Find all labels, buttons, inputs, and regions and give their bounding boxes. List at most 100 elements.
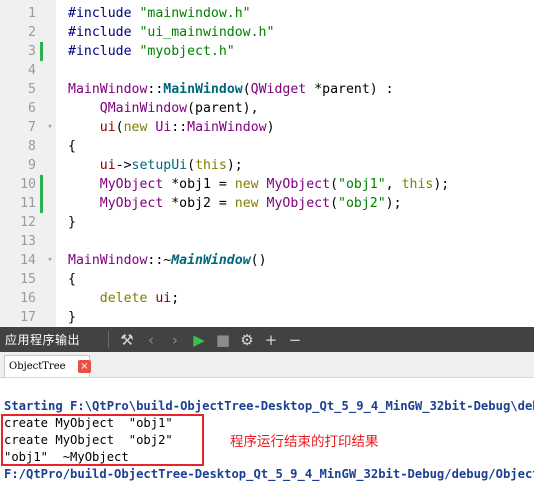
code-line[interactable]: 14 ▾ MainWindow::~MainWindow() (0, 251, 534, 270)
change-marker (40, 194, 43, 213)
line-number: 11 (20, 196, 36, 211)
code-token: ::~ (147, 253, 172, 268)
code-token: { (68, 272, 76, 287)
line-number: 17 (20, 310, 36, 325)
attach-debugger-icon[interactable]: ⚒ (115, 327, 139, 352)
code-token: } (68, 215, 76, 230)
next-icon[interactable]: › (163, 327, 187, 352)
code-token: "mainwindow.h" (139, 6, 251, 21)
line-number: 10 (20, 177, 36, 192)
code-token: "ui_mainwindow.h" (139, 25, 275, 40)
code-token: new (234, 196, 259, 211)
code-token: parent) : (322, 82, 394, 97)
code-line[interactable]: 5 MainWindow::MainWindow(QWidget *parent)… (0, 80, 534, 99)
code-token: ( (242, 82, 251, 97)
application-output[interactable]: Starting F:\QtPro\build-ObjectTree-Deskt… (0, 378, 534, 481)
code-token: ); (433, 177, 450, 192)
line-number: 12 (20, 215, 36, 230)
output-tab-bar: ObjectTree × (0, 352, 534, 378)
code-editor[interactable]: 1 #include "mainwindow.h" 2 #include "ui_ma… (0, 0, 534, 327)
close-icon[interactable]: × (78, 360, 91, 373)
code-token: ) (266, 120, 275, 135)
code-line[interactable]: 15 { (0, 270, 534, 289)
code-text: } (68, 213, 76, 232)
code-token: this (195, 158, 227, 173)
code-text: ui->setupUi(this); (68, 156, 243, 175)
code-token: } (68, 310, 76, 325)
code-line[interactable]: 10 MyObject *obj1 = new MyObject("obj1",… (0, 175, 534, 194)
line-number: 5 (28, 82, 36, 97)
line-number: 7 (28, 120, 36, 135)
toolbar-buttons: ⚒ ‹ › ▶ ■ ⚙ + − (115, 327, 307, 352)
toolbar-separator (108, 331, 109, 348)
code-token: ui (99, 120, 116, 135)
code-line[interactable]: 13 (0, 232, 534, 251)
code-token: #include (68, 6, 140, 21)
code-token: *obj1 = (163, 177, 235, 192)
stop-icon[interactable]: ■ (211, 327, 235, 352)
code-token: Ui (155, 120, 172, 135)
code-token: MyObject (99, 196, 164, 211)
code-line[interactable]: 7 ▾ ui(new Ui::MainWindow) (0, 118, 534, 137)
code-token: MainWindow (68, 82, 148, 97)
code-line[interactable]: 4 (0, 61, 534, 80)
zoom-out-icon[interactable]: − (283, 327, 307, 352)
code-line[interactable]: 6 QMainWindow(parent), (0, 99, 534, 118)
code-token: #include (68, 25, 140, 40)
code-text: delete ui; (68, 289, 179, 308)
code-line[interactable]: 3 #include "myobject.h" (0, 42, 534, 61)
code-token: () (250, 253, 267, 268)
code-token: ( (187, 158, 196, 173)
code-token: ui (155, 291, 172, 306)
code-line[interactable]: 8{ (0, 137, 534, 156)
code-line[interactable]: 16 delete ui; (0, 289, 534, 308)
code-text: ui(new Ui::MainWindow) (68, 118, 275, 137)
fold-arrow-icon[interactable]: ▾ (45, 118, 55, 137)
tab-objecttree[interactable]: ObjectTree × (4, 355, 91, 377)
line-number: 4 (28, 63, 36, 78)
zoom-in-icon[interactable]: + (259, 327, 283, 352)
code-token: ); (226, 158, 243, 173)
code-token: ( (115, 120, 124, 135)
code-line[interactable]: 17} (0, 308, 534, 327)
code-line[interactable]: 2 #include "ui_mainwindow.h" (0, 23, 534, 42)
code-text: { (68, 137, 76, 156)
line-number: 15 (20, 272, 36, 287)
code-token: "obj1" (338, 177, 386, 192)
code-token: #include (68, 44, 140, 59)
code-token: -> (115, 158, 132, 173)
code-text: } (68, 308, 76, 327)
code-line[interactable]: 12} (0, 213, 534, 232)
code-text: MainWindow::~MainWindow() (68, 251, 267, 270)
code-line[interactable]: 9 ui->setupUi(this); (0, 156, 534, 175)
code-token: setupUi (131, 158, 188, 173)
code-token: MainWindow (171, 253, 251, 268)
code-token: :: (171, 120, 188, 135)
highlight-box (1, 414, 204, 466)
code-text: MyObject *obj2 = new MyObject("obj2"); (68, 194, 402, 213)
change-marker (40, 175, 43, 194)
tab-label: ObjectTree (9, 361, 66, 372)
run-icon[interactable]: ▶ (187, 327, 211, 352)
code-token: MyObject (266, 196, 331, 211)
line-number: 3 (28, 44, 36, 59)
code-token: "myobject.h" (139, 44, 235, 59)
previous-icon[interactable]: ‹ (139, 327, 163, 352)
line-number: 13 (20, 234, 36, 249)
code-text: { (68, 270, 76, 289)
code-token: ( (330, 177, 339, 192)
line-number: 16 (20, 291, 36, 306)
code-line[interactable]: 1 #include "mainwindow.h" (0, 4, 534, 23)
fold-arrow-icon[interactable]: ▾ (45, 251, 55, 270)
code-token: , (385, 177, 402, 192)
settings-icon[interactable]: ⚙ (235, 327, 259, 352)
code-text: #include "myobject.h" (68, 42, 235, 61)
code-line[interactable]: 11 MyObject *obj2 = new MyObject("obj2")… (0, 194, 534, 213)
line-number: 14 (20, 253, 36, 268)
